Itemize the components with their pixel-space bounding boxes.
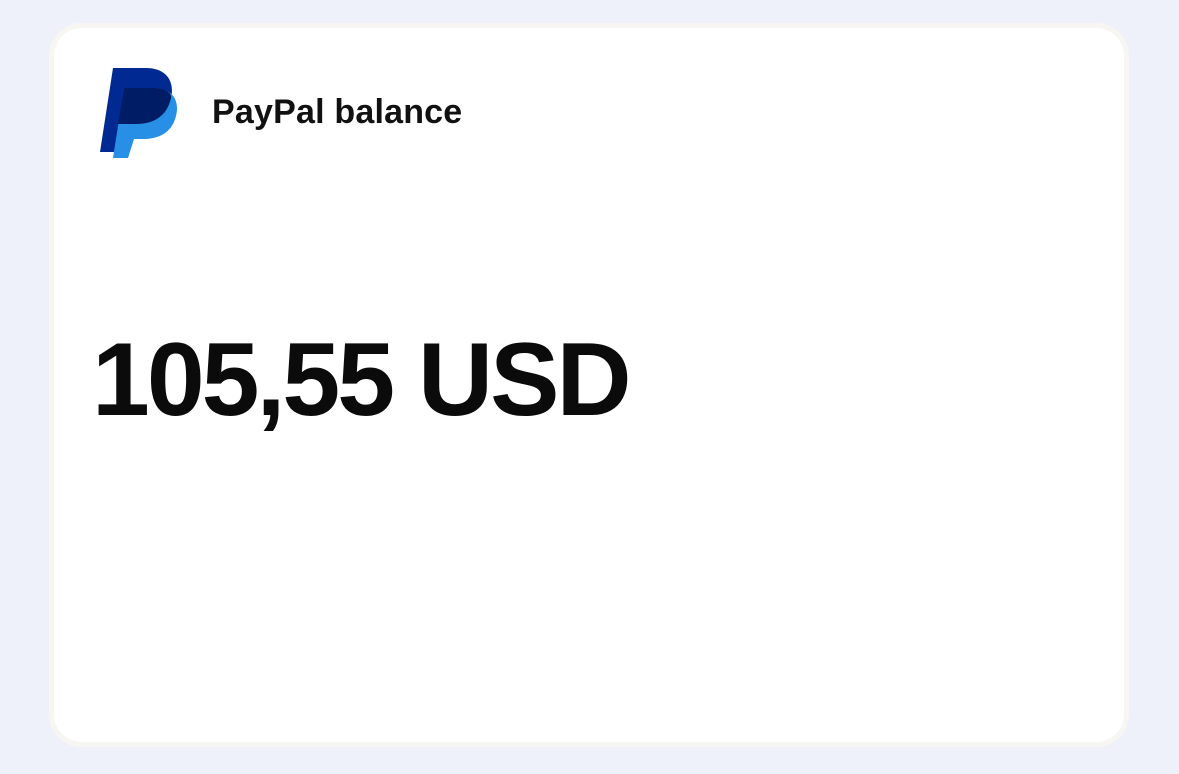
- balance-amount: 105,55 USD: [92, 322, 632, 438]
- paypal-logo-icon: [100, 68, 178, 158]
- card-title: PayPal balance: [212, 92, 463, 131]
- card-header: PayPal balance: [100, 66, 462, 158]
- paypal-balance-card[interactable]: PayPal balance 105,55 USD: [54, 28, 1124, 742]
